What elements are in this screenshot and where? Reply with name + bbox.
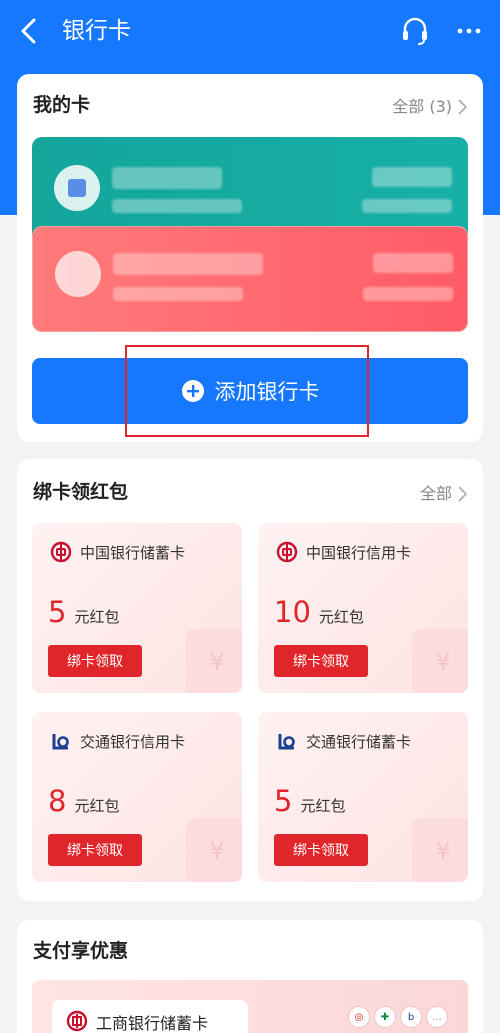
- masked-card-tail: [373, 253, 453, 273]
- red-packet-amount: 8: [48, 784, 67, 818]
- red-packet-bank-name: 中国银行信用卡: [306, 543, 412, 562]
- red-packet-unit: 元红包: [318, 608, 364, 626]
- red-packet-unit: 元红包: [74, 608, 120, 626]
- bocom-logo-icon: [52, 734, 69, 750]
- red-envelope-icon: ¥: [412, 629, 468, 693]
- headset-icon: [403, 17, 427, 45]
- red-envelope-icon: ¥: [186, 629, 242, 693]
- red-envelope-icon: ¥: [186, 818, 242, 882]
- icbc-logo-icon: ◎: [348, 1006, 370, 1028]
- red-envelope-icon: ¥: [412, 818, 468, 882]
- payment-offers-title: 支付享优惠: [33, 940, 129, 962]
- offer-bank-name: 工商银行储蓄卡: [96, 1014, 209, 1033]
- bocom-logo-icon: b: [400, 1006, 422, 1028]
- back-arrow-icon: [21, 18, 36, 44]
- red-packet-title: 绑卡领红包: [33, 481, 129, 503]
- red-packet-card[interactable]: 中国银行储蓄卡 5 元红包 绑卡领取 ¥: [32, 523, 242, 693]
- red-packet-amount: 5: [274, 784, 293, 818]
- red-packet-card[interactable]: 交通银行信用卡 8 元红包 绑卡领取 ¥: [32, 712, 242, 882]
- chevron-right-icon: [458, 486, 467, 502]
- red-packet-bank-name: 中国银行储蓄卡: [80, 543, 186, 562]
- offer-card[interactable]: 工商银行储蓄卡: [52, 1000, 248, 1033]
- my-cards-title: 我的卡: [33, 94, 91, 116]
- bind-claim-button[interactable]: 绑卡领取: [274, 834, 368, 866]
- masked-card-tail: [372, 167, 452, 187]
- more-options-button[interactable]: [452, 14, 486, 48]
- plus-circle-icon: [181, 380, 204, 402]
- masked-card-type: [112, 199, 242, 213]
- red-packet-amount: 10: [274, 595, 311, 629]
- more-dots-icon: [457, 28, 481, 34]
- red-packet-unit: 元红包: [74, 797, 120, 815]
- bind-claim-button[interactable]: 绑卡领取: [48, 645, 142, 677]
- bank-card-2[interactable]: [32, 226, 468, 332]
- red-packet-amount: 5: [48, 595, 67, 629]
- bocom-logo-icon: [278, 734, 295, 750]
- add-bank-card-label: 添加银行卡: [214, 380, 320, 404]
- red-packet-panel: 绑卡领红包 全部 中国银行储蓄卡 5 元红包 绑卡领取 ¥ 中国银行信用卡 10…: [17, 459, 483, 901]
- red-packet-card[interactable]: 交通银行储蓄卡 5 元红包 绑卡领取 ¥: [258, 712, 468, 882]
- boc-logo-icon: [50, 541, 72, 563]
- bind-claim-button[interactable]: 绑卡领取: [274, 645, 368, 677]
- icbc-logo-icon: [66, 1010, 88, 1032]
- red-packet-bank-name: 交通银行储蓄卡: [306, 732, 412, 751]
- bank-logo-icon: [55, 251, 101, 297]
- masked-bank-name: [113, 253, 263, 275]
- red-packet-bank-name: 交通银行信用卡: [80, 732, 186, 751]
- bank-logo-mark: [68, 179, 86, 197]
- masked-card-info: [362, 199, 452, 213]
- my-cards-all-link[interactable]: 全部 (3): [392, 94, 467, 120]
- my-cards-all-label: 全部 (3): [392, 97, 452, 116]
- back-button[interactable]: [14, 14, 46, 48]
- bind-claim-button[interactable]: 绑卡领取: [48, 834, 142, 866]
- more-dots-icon: …: [426, 1006, 448, 1028]
- masked-card-type: [113, 287, 243, 301]
- page-title: 银行卡: [62, 18, 131, 44]
- offer-banner[interactable]: 工商银行储蓄卡 ◎ ✚ b …: [32, 980, 468, 1033]
- add-bank-card-button[interactable]: 添加银行卡: [32, 358, 468, 424]
- masked-card-info: [363, 287, 453, 301]
- top-bar: 银行卡: [0, 0, 500, 62]
- chevron-right-icon: [458, 99, 467, 115]
- my-cards-panel: 我的卡 全部 (3) 添加银行卡: [17, 74, 483, 442]
- boc-logo-icon: [276, 541, 298, 563]
- red-packet-card[interactable]: 中国银行信用卡 10 元红包 绑卡领取 ¥: [258, 523, 468, 693]
- psbc-logo-icon: ✚: [374, 1006, 396, 1028]
- red-packet-unit: 元红包: [300, 797, 346, 815]
- red-packet-all-label: 全部: [419, 484, 452, 503]
- red-packet-all-link[interactable]: 全部: [420, 481, 467, 507]
- bank-logo-row: ◎ ✚ b …: [348, 1006, 448, 1028]
- masked-bank-name: [112, 167, 222, 189]
- payment-offers-panel: 支付享优惠 工商银行储蓄卡 ◎ ✚ b …: [17, 920, 483, 1033]
- customer-service-button[interactable]: [398, 14, 432, 48]
